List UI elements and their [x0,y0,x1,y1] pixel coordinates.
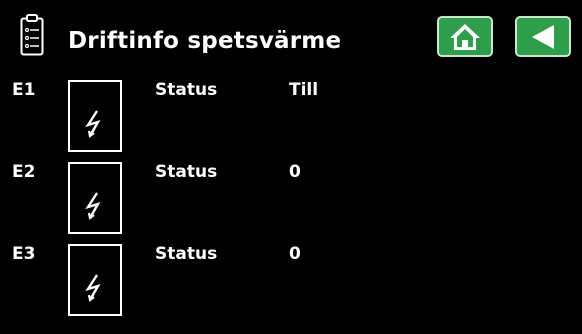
clipboard-list-icon [20,14,44,56]
row-label: E2 [12,162,36,182]
home-button[interactable] [437,16,493,57]
page-title: Driftinfo spetsvärme [68,28,342,54]
status-value: Till [289,80,319,100]
electric-heater-icon [68,244,122,316]
status-value: 0 [289,244,301,264]
heater-row-e3: E3 Status 0 [0,244,582,326]
row-label: E1 [12,80,36,100]
heater-row-e2: E2 Status 0 [0,162,582,244]
status-label: Status [155,80,218,100]
header-bar: Driftinfo spetsvärme [0,0,582,72]
back-button[interactable] [515,16,571,57]
status-value: 0 [289,162,301,182]
electric-heater-icon [68,162,122,234]
status-label: Status [155,244,218,264]
home-icon [450,23,480,50]
electric-heater-icon [68,80,122,152]
heater-row-e1: E1 Status Till [0,80,582,162]
status-label: Status [155,162,218,182]
row-label: E3 [12,244,36,264]
back-arrow-icon [532,24,554,49]
